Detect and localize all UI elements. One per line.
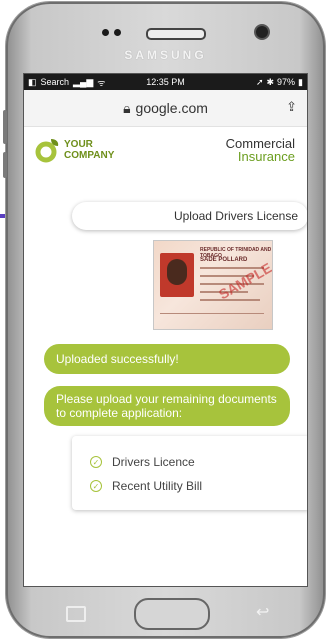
phone-screen: ◧ Search ▂▄▆ ᯤ 12:35 PM ➚ ✱ 97% ▮ 🔒︎ goo…	[24, 74, 307, 586]
user-message-text: Upload Drivers License	[173, 209, 298, 223]
document-checklist: ✓ Drivers Licence ✓ Recent Utility Bill	[72, 436, 307, 510]
sensor-dot	[114, 29, 121, 36]
document-label: Recent Utility Bill	[112, 479, 203, 493]
license-portrait	[167, 259, 187, 285]
license-sample-stamp: SAMPLE	[215, 259, 273, 303]
brand-logo: SAMSUNG	[124, 48, 207, 62]
list-item[interactable]: ✓ Drivers Licence	[72, 450, 307, 474]
license-holder-name: SADE POLLARD	[200, 257, 248, 263]
user-message-bubble: Upload Drivers License	[72, 202, 307, 230]
company-logo: YOUR COMPANY	[34, 137, 114, 163]
license-attachment-image[interactable]: REPUBLIC OF TRINIDAD AND TOBAGO SADE POL…	[153, 240, 273, 330]
page-title: Commercial Insurance	[226, 137, 295, 163]
url-display[interactable]: 🔒︎ google.com	[123, 100, 208, 117]
volume-button	[3, 110, 7, 144]
title-line2: Insurance	[237, 149, 295, 164]
share-icon[interactable]: ⇪	[286, 99, 297, 115]
url-text: google.com	[135, 100, 208, 116]
logo-mark-icon	[35, 139, 59, 163]
logo-line2: COMPANY	[64, 150, 115, 161]
front-camera	[256, 26, 268, 38]
status-bar: ◧ Search ▂▄▆ ᯤ 12:35 PM ➚ ✱ 97% ▮	[24, 74, 307, 90]
browser-url-bar[interactable]: 🔒︎ google.com ⇪	[24, 90, 307, 127]
earpiece-speaker	[146, 28, 206, 40]
bot-message-bubble: Uploaded successfully!	[44, 344, 290, 374]
status-time: 12:35 PM	[146, 77, 185, 87]
check-circle-icon: ✓	[90, 456, 102, 468]
license-field-line	[200, 299, 260, 301]
sensor-dot	[102, 29, 109, 36]
logo-line1: YOUR	[64, 139, 93, 150]
lock-icon: 🔒︎	[123, 99, 131, 116]
check-circle-icon: ✓	[90, 480, 102, 492]
logo-text: YOUR COMPANY	[64, 139, 114, 161]
phone-bottom: ↩	[6, 586, 325, 638]
bot-message-text: Uploaded successfully!	[56, 352, 179, 366]
home-button[interactable]	[134, 598, 210, 630]
list-item[interactable]: ✓ Recent Utility Bill	[72, 474, 307, 498]
recent-apps-icon[interactable]	[66, 606, 86, 622]
page-header: YOUR COMPANY Commercial Insurance	[24, 127, 307, 173]
phone-frame: SAMSUNG ◧ Search ▂▄▆ ᯤ 12:35 PM ➚ ✱ 97% …	[3, 2, 325, 638]
bot-message-bubble: Please upload your remaining documents t…	[44, 386, 290, 426]
bot-message-text: Please upload your remaining documents t…	[56, 392, 277, 420]
power-button	[3, 152, 7, 178]
back-icon[interactable]: ↩	[256, 602, 269, 622]
phone-top: SAMSUNG	[6, 2, 325, 78]
document-label: Drivers Licence	[112, 455, 195, 469]
license-signature-line	[160, 313, 264, 314]
